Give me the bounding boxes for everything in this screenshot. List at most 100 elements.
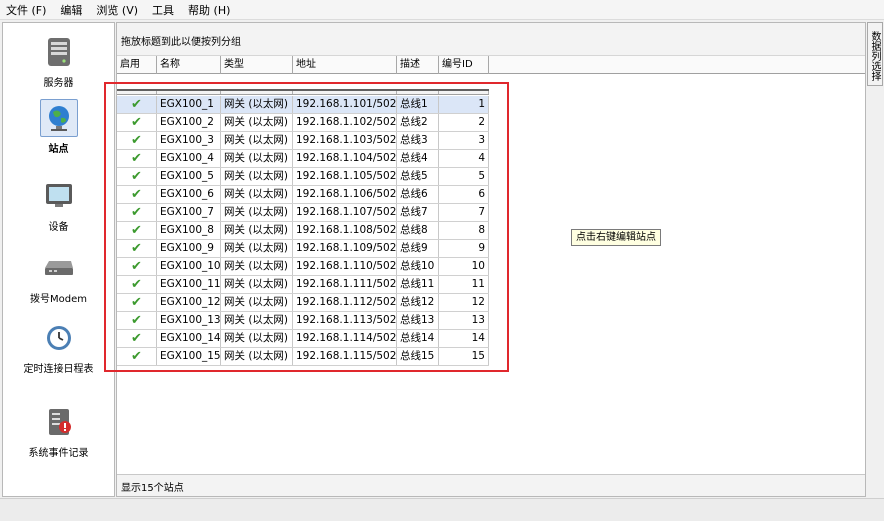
table-row[interactable]: ✔ EGX100_15 网关 (以太网) 192.168.1.115/502 总线15 1… xyxy=(117,348,489,366)
check-icon: ✔ xyxy=(131,187,142,202)
check-icon: ✔ xyxy=(131,223,142,238)
column-header-name[interactable]: 名称 xyxy=(157,56,221,74)
menu-item-4[interactable]: 帮助 (H) xyxy=(188,2,230,18)
menu-item-1[interactable]: 编辑 xyxy=(60,2,82,18)
cell-address: 192.168.1.102/502 xyxy=(293,114,397,131)
cell-type: 网关 (以太网) xyxy=(221,168,293,185)
nav-item-modem[interactable]: 拨号Modem xyxy=(3,249,114,305)
column-header-id[interactable]: 编号ID xyxy=(439,56,489,74)
cell-description: 总线13 xyxy=(397,312,439,329)
cell-type: 网关 (以太网) xyxy=(221,258,293,275)
enabled-checkbox[interactable]: ✔ xyxy=(117,150,157,167)
enabled-checkbox[interactable]: ✔ xyxy=(117,258,157,275)
cell-name: EGX100_9 xyxy=(157,240,221,257)
cell-type: 网关 (以太网) xyxy=(221,348,293,365)
column-header-type[interactable]: 类型 xyxy=(221,56,293,74)
cell-id: 14 xyxy=(439,330,489,347)
cell-name: EGX100_5 xyxy=(157,168,221,185)
cell-address: 192.168.1.101/502 xyxy=(293,96,397,113)
table-row[interactable]: ✔ EGX100_8 网关 (以太网) 192.168.1.108/502 总线8 8 xyxy=(117,222,489,240)
enabled-checkbox[interactable]: ✔ xyxy=(117,168,157,185)
table-row[interactable]: ✔ EGX100_10 网关 (以太网) 192.168.1.110/502 总线10 1… xyxy=(117,258,489,276)
check-icon: ✔ xyxy=(131,295,142,310)
cell-type: 网关 (以太网) xyxy=(221,330,293,347)
check-icon: ✔ xyxy=(131,133,142,148)
table-row[interactable]: ✔ EGX100_7 网关 (以太网) 192.168.1.107/502 总线7 7 xyxy=(117,204,489,222)
table-row[interactable]: ✔ EGX100_9 网关 (以太网) 192.168.1.109/502 总线9 9 xyxy=(117,240,489,258)
enabled-checkbox[interactable]: ✔ xyxy=(117,312,157,329)
nav-label-modem: 拨号Modem xyxy=(30,294,87,305)
cell-id: 3 xyxy=(439,132,489,149)
table-row[interactable]: ✔ EGX100_6 网关 (以太网) 192.168.1.106/502 总线6 6 xyxy=(117,186,489,204)
check-icon: ✔ xyxy=(131,313,142,328)
menu-item-2[interactable]: 浏览 (V) xyxy=(96,2,138,18)
cell-address: 192.168.1.108/502 xyxy=(293,222,397,239)
nav-item-schedule[interactable]: 定时连接日程表 xyxy=(3,319,114,375)
column-header-enabled[interactable]: 启用 xyxy=(117,56,157,74)
table-row[interactable]: ✔ EGX100_2 网关 (以太网) 192.168.1.102/502 总线2 2 xyxy=(117,114,489,132)
menu-item-0[interactable]: 文件 (F) xyxy=(6,2,46,18)
cell-description: 总线11 xyxy=(397,276,439,293)
cell-name: EGX100_15 xyxy=(157,348,221,365)
check-icon: ✔ xyxy=(131,205,142,220)
check-icon: ✔ xyxy=(131,151,142,166)
modem-icon xyxy=(40,249,78,287)
enabled-checkbox[interactable]: ✔ xyxy=(117,330,157,347)
nav-item-device[interactable]: 设备 xyxy=(3,177,114,233)
check-icon: ✔ xyxy=(131,241,142,256)
check-icon: ✔ xyxy=(131,349,142,364)
cell-description: 总线12 xyxy=(397,294,439,311)
nav-item-site[interactable]: 站点 xyxy=(3,99,114,155)
cell-name: EGX100_8 xyxy=(157,222,221,239)
enabled-checkbox[interactable]: ✔ xyxy=(117,96,157,113)
cell-id: 13 xyxy=(439,312,489,329)
cell-address: 192.168.1.114/502 xyxy=(293,330,397,347)
context-hint-tooltip: 点击右键编辑站点 xyxy=(571,229,661,246)
enabled-checkbox[interactable]: ✔ xyxy=(117,204,157,221)
cell-id: 9 xyxy=(439,240,489,257)
cell-address: 192.168.1.115/502 xyxy=(293,348,397,365)
column-header-address[interactable]: 地址 xyxy=(293,56,397,74)
site-grid-panel: 拖放标题到此以便按列分组 启用 名称 类型 地址 描述 编号ID ✔ EGX100… xyxy=(116,22,866,497)
cell-address: 192.168.1.113/502 xyxy=(293,312,397,329)
enabled-checkbox[interactable]: ✔ xyxy=(117,186,157,203)
enabled-checkbox[interactable]: ✔ xyxy=(117,132,157,149)
enabled-checkbox[interactable]: ✔ xyxy=(117,240,157,257)
nav-item-server[interactable]: 服务器 xyxy=(3,33,114,89)
cell-description: 总线9 xyxy=(397,240,439,257)
cell-description: 总线7 xyxy=(397,204,439,221)
table-row[interactable]: ✔ EGX100_3 网关 (以太网) 192.168.1.103/502 总线3 3 xyxy=(117,132,489,150)
cell-description: 总线1 xyxy=(397,96,439,113)
menu-item-3[interactable]: 工具 xyxy=(152,2,174,18)
table-row[interactable]: ✔ EGX100_1 网关 (以太网) 192.168.1.101/502 总线1 1 xyxy=(117,96,489,114)
grid-header: 启用 名称 类型 地址 描述 编号ID xyxy=(117,56,865,74)
cell-id: 8 xyxy=(439,222,489,239)
menu-bar: 文件 (F) 编辑 浏览 (V) 工具 帮助 (H) xyxy=(0,0,884,20)
cell-id: 5 xyxy=(439,168,489,185)
check-icon: ✔ xyxy=(131,277,142,292)
cell-name: EGX100_11 xyxy=(157,276,221,293)
enabled-checkbox[interactable]: ✔ xyxy=(117,348,157,365)
enabled-checkbox[interactable]: ✔ xyxy=(117,114,157,131)
cell-id: 6 xyxy=(439,186,489,203)
column-header-description[interactable]: 描述 xyxy=(397,56,439,74)
grid-filter-row xyxy=(117,89,489,95)
enabled-checkbox[interactable]: ✔ xyxy=(117,294,157,311)
table-row[interactable]: ✔ EGX100_12 网关 (以太网) 192.168.1.112/502 总线12 1… xyxy=(117,294,489,312)
cell-name: EGX100_10 xyxy=(157,258,221,275)
column-chooser-tab[interactable]: 数据列选择 xyxy=(867,22,883,86)
monitor-icon xyxy=(40,177,78,215)
nav-item-event-log[interactable]: 系统事件记录 xyxy=(3,403,114,459)
table-row[interactable]: ✔ EGX100_5 网关 (以太网) 192.168.1.105/502 总线5 5 xyxy=(117,168,489,186)
group-by-panel[interactable]: 拖放标题到此以便按列分组 xyxy=(117,23,865,56)
table-row[interactable]: ✔ EGX100_14 网关 (以太网) 192.168.1.114/502 总线14 1… xyxy=(117,330,489,348)
table-row[interactable]: ✔ EGX100_11 网关 (以太网) 192.168.1.111/502 总线11 1… xyxy=(117,276,489,294)
enabled-checkbox[interactable]: ✔ xyxy=(117,276,157,293)
enabled-checkbox[interactable]: ✔ xyxy=(117,222,157,239)
cell-type: 网关 (以太网) xyxy=(221,132,293,149)
cell-description: 总线4 xyxy=(397,150,439,167)
table-row[interactable]: ✔ EGX100_4 网关 (以太网) 192.168.1.104/502 总线4 4 xyxy=(117,150,489,168)
table-row[interactable]: ✔ EGX100_13 网关 (以太网) 192.168.1.113/502 总线13 1… xyxy=(117,312,489,330)
navigation-sidebar: 服务器 站点 设备 拨号Modem 定时连接日程表 系统事件记录 xyxy=(2,22,115,497)
cell-description: 总线8 xyxy=(397,222,439,239)
